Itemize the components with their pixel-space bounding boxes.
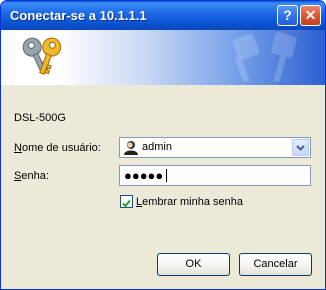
server-name: DSL-500G (14, 112, 66, 124)
login-dialog: Conectar-se a 10.1.1.1 ? ✕ DSL-500G Nome… (0, 0, 326, 290)
username-label-accesskey: N (14, 142, 22, 154)
username-combobox[interactable]: admin (119, 137, 311, 158)
help-button[interactable]: ? (277, 5, 298, 26)
chevron-down-icon (296, 145, 305, 151)
close-button[interactable]: ✕ (300, 5, 321, 26)
user-icon (124, 141, 138, 155)
remember-password-label[interactable]: Lembrar minha senha (136, 196, 243, 208)
header-banner (1, 30, 325, 85)
banner-watermark-keys-icon (232, 32, 297, 83)
password-field[interactable]: ●●●●● (119, 165, 311, 186)
checkmark-icon (122, 199, 131, 208)
window-title: Conectar-se a 10.1.1.1 (10, 8, 147, 23)
text-caret (166, 169, 167, 182)
username-label-text: ome de usuário: (21, 142, 101, 154)
username-dropdown-button[interactable] (292, 139, 309, 156)
username-value: admin (142, 141, 172, 153)
dialog-body: DSL-500G Nome de usuário: admin Senha: ●… (1, 85, 325, 289)
password-label-text: enha: (21, 170, 49, 182)
password-masked-value: ●●●●● (124, 168, 164, 183)
password-label: Senha: (14, 170, 49, 182)
remember-password-checkbox[interactable] (120, 195, 133, 208)
username-label: Nome de usuário: (14, 142, 101, 154)
ok-button[interactable]: OK (157, 253, 230, 276)
keys-icon (22, 37, 62, 75)
cancel-button[interactable]: Cancelar (239, 253, 312, 276)
title-bar[interactable]: Conectar-se a 10.1.1.1 ? ✕ (1, 1, 325, 30)
remember-label-text: embrar minha senha (142, 196, 244, 208)
